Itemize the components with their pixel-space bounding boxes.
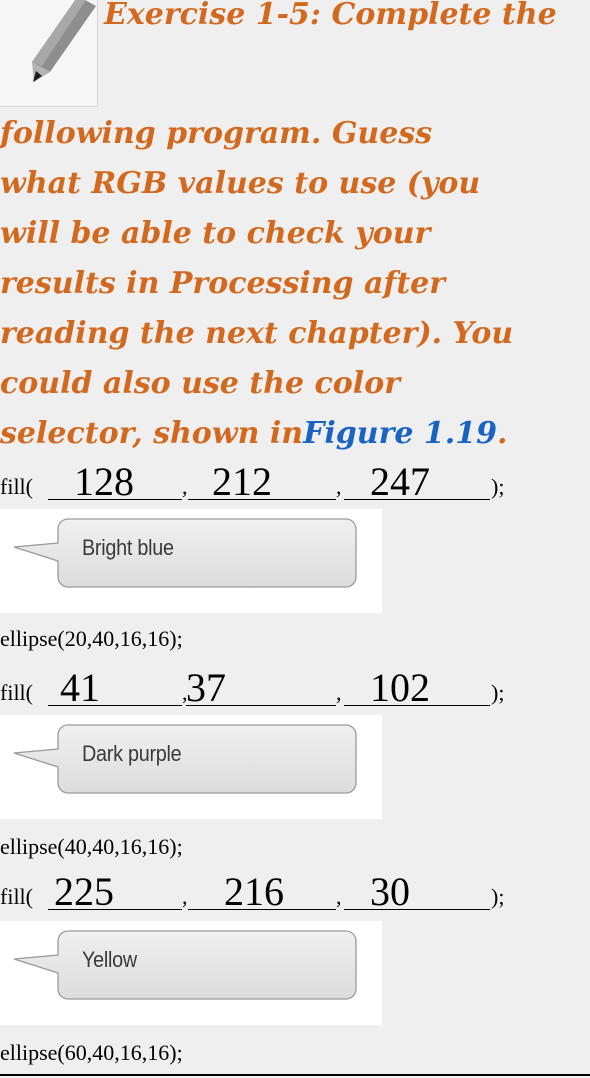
fill-blank-green: 37 xyxy=(186,665,336,710)
figure-link[interactable]: Figure 1.19 xyxy=(303,416,497,451)
exercise-row-period: . xyxy=(497,416,508,451)
fill-blank-green: 216 xyxy=(188,869,336,914)
fill-end: ); xyxy=(491,680,505,705)
exercise-body: following program. Guess what RGB values… xyxy=(0,109,590,459)
fill-blank-blue: 102 xyxy=(344,665,490,710)
fill-statement-1: fill( 128 , 212 , 247 ); xyxy=(0,462,520,508)
fill-blank-green: 212 xyxy=(188,459,336,504)
pencil-icon xyxy=(32,0,96,82)
green-value: 212 xyxy=(212,459,272,504)
exercise-title-line: Exercise 1-5: Complete the xyxy=(104,0,557,32)
ellipse-statement-2: ellipse(40,40,16,16); xyxy=(0,834,183,859)
exercise-last-row: selector, shown inFigure 1.19. xyxy=(0,409,590,459)
ellipse-statement-1: ellipse(20,40,16,16); xyxy=(0,626,183,651)
callout-bright-blue: Bright blue xyxy=(0,509,382,613)
blue-value: 247 xyxy=(370,459,430,504)
speech-bubble-icon xyxy=(13,518,357,588)
fill-comma: , xyxy=(336,680,342,705)
callout-label: Bright blue xyxy=(82,535,174,560)
callout-label: Yellow xyxy=(82,947,137,972)
fill-comma: , xyxy=(182,474,188,499)
green-value: 37 xyxy=(186,665,226,710)
fill-blank-red: 128 xyxy=(48,459,182,504)
fill-statement-2: fill( 41 , 37 , 102 ); xyxy=(0,668,520,714)
exercise-row: will be able to check your xyxy=(0,216,431,251)
pencil-icon-box xyxy=(0,0,98,107)
fill-end: ); xyxy=(491,474,505,499)
fill-statement-3: fill( 225 , 216 , 30 ); xyxy=(0,872,520,918)
red-value: 128 xyxy=(74,459,134,504)
fill-comma: , xyxy=(336,474,342,499)
exercise-row: following program. Guess xyxy=(0,116,433,151)
speech-bubble-icon xyxy=(13,724,357,794)
fill-comma: , xyxy=(182,884,188,909)
bottom-divider xyxy=(0,1074,590,1076)
callout-yellow: Yellow xyxy=(0,921,382,1025)
blue-value: 30 xyxy=(370,869,410,914)
blue-value: 102 xyxy=(370,665,430,710)
callout-dark-purple: Dark purple xyxy=(0,715,382,819)
exercise-row-text: selector, shown in xyxy=(0,416,304,451)
fill-blank-blue: 247 xyxy=(344,459,490,504)
fill-end: ); xyxy=(491,884,505,909)
exercise-row: what RGB values to use (you xyxy=(0,166,481,201)
fill-keyword: fill( xyxy=(0,680,33,705)
exercise-row: reading the next chapter). You xyxy=(0,316,514,351)
callout-label: Dark purple xyxy=(82,741,182,766)
fill-blank-red: 225 xyxy=(48,869,182,914)
exercise-row: could also use the color xyxy=(0,366,401,401)
exercise-row: results in Processing after xyxy=(0,266,446,301)
fill-comma: , xyxy=(336,884,342,909)
ellipse-statement-3: ellipse(60,40,16,16); xyxy=(0,1040,183,1065)
red-value: 41 xyxy=(60,665,100,710)
fill-keyword: fill( xyxy=(0,884,33,909)
fill-blank-red: 41 xyxy=(48,665,182,710)
red-value: 225 xyxy=(54,869,114,914)
fill-blank-blue: 30 xyxy=(344,869,490,914)
fill-keyword: fill( xyxy=(0,474,33,499)
speech-bubble-icon xyxy=(13,930,357,1000)
green-value: 216 xyxy=(224,869,284,914)
